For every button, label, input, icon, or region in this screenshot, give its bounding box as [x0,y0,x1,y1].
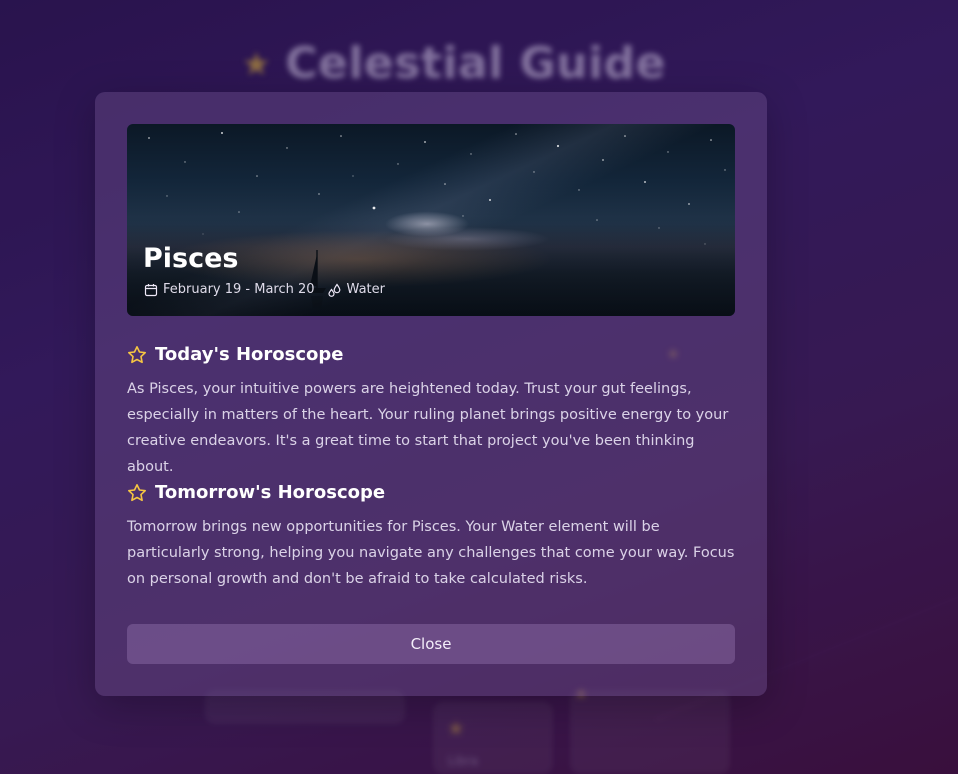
today-horoscope-section: Today's Horoscope As Pisces, your intuit… [127,342,737,480]
tomorrow-horoscope-heading: Tomorrow's Horoscope [127,480,737,506]
star-outline-icon [127,345,147,365]
page: ★ Celestial Guide ★ ★ ★ Libra Pisces Feb… [0,0,958,774]
water-drops-icon [327,283,342,297]
sign-hero-image: Pisces February 19 - March 20 Water [127,124,735,316]
calendar-icon [144,283,158,297]
sailboat-silhouette [308,250,326,308]
tomorrow-horoscope-title: Tomorrow's Horoscope [155,482,386,503]
today-horoscope-text: As Pisces, your intuitive powers are hei… [127,381,729,475]
element-text: Water [346,282,385,297]
close-button[interactable]: Close [127,624,735,664]
star-outline-icon [127,483,147,503]
horoscope-modal: Pisces February 19 - March 20 Water Toda… [95,92,767,696]
sign-meta: February 19 - March 20 Water [144,281,385,299]
date-range: February 19 - March 20 [144,281,315,299]
tomorrow-horoscope-text: Tomorrow brings new opportunities for Pi… [127,519,735,587]
sign-name: Pisces [143,243,239,274]
date-range-text: February 19 - March 20 [163,282,315,297]
element: Water [327,281,385,299]
tomorrow-horoscope-section: Tomorrow's Horoscope Tomorrow brings new… [127,480,737,592]
today-horoscope-heading: Today's Horoscope [127,342,737,368]
today-horoscope-title: Today's Horoscope [155,344,344,365]
